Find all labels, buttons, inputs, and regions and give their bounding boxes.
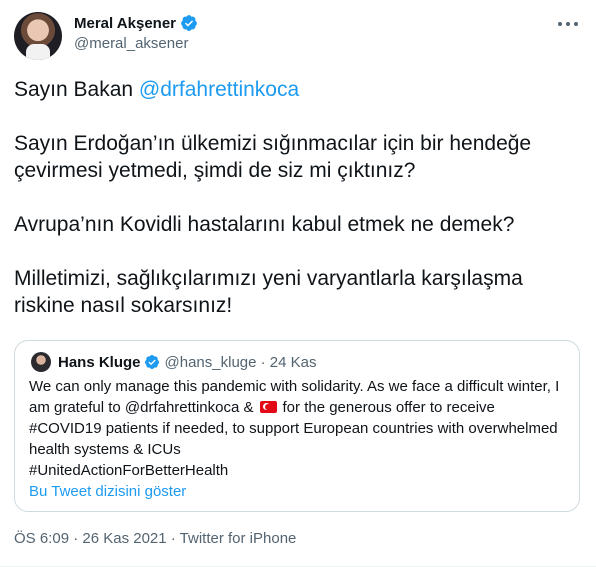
tweet-timestamp-source[interactable]: ÖS 6:09 · 26 Kas 2021 · Twitter for iPho… [14,530,296,547]
turkey-flag-icon [259,401,277,413]
tweet-paragraph-2: Sayın Erdoğan’ın ülkemizi sığınmacılar i… [14,132,532,182]
author-avatar[interactable] [14,12,62,60]
verified-badge-icon [144,355,159,369]
tweet-text: Sayın Bakan @drfahrettinkoca Sayın Erdoğ… [14,76,584,346]
mention-link[interactable]: @drfahrettinkoca [139,78,299,101]
quoted-author-avatar [31,352,51,372]
more-options-icon[interactable] [554,12,582,36]
tweet-paragraph-1: Sayın Bakan @drfahrettinkoca [14,78,300,101]
author-display-name[interactable]: Meral Akşener [74,15,176,32]
quoted-handle-date: @hans_kluge · 24 Kas [164,353,317,371]
quoted-tweet-header: Hans Kluge @hans_kluge · 24 Kas [31,352,317,372]
quoted-tweet[interactable]: Hans Kluge @hans_kluge · 24 Kas We can o… [14,340,580,512]
author-name-row[interactable]: Meral Akşener [74,14,198,32]
quoted-author-name: Hans Kluge [58,353,141,371]
hashtag: #UnitedActionForBetterHealth [29,462,229,479]
tweet-paragraph-4: Milletimizi, sağlıkçılarımızı yeni varya… [14,267,523,317]
tweet-paragraph-3: Avrupa’nın Kovidli hastalarını kabul etm… [14,213,515,236]
verified-badge-icon [181,15,197,31]
quoted-tweet-body: We can only manage this pandemic with so… [29,378,560,479]
show-thread-link[interactable]: Bu Tweet dizisini göster [29,483,186,500]
author-handle[interactable]: @meral_aksener [74,35,188,52]
